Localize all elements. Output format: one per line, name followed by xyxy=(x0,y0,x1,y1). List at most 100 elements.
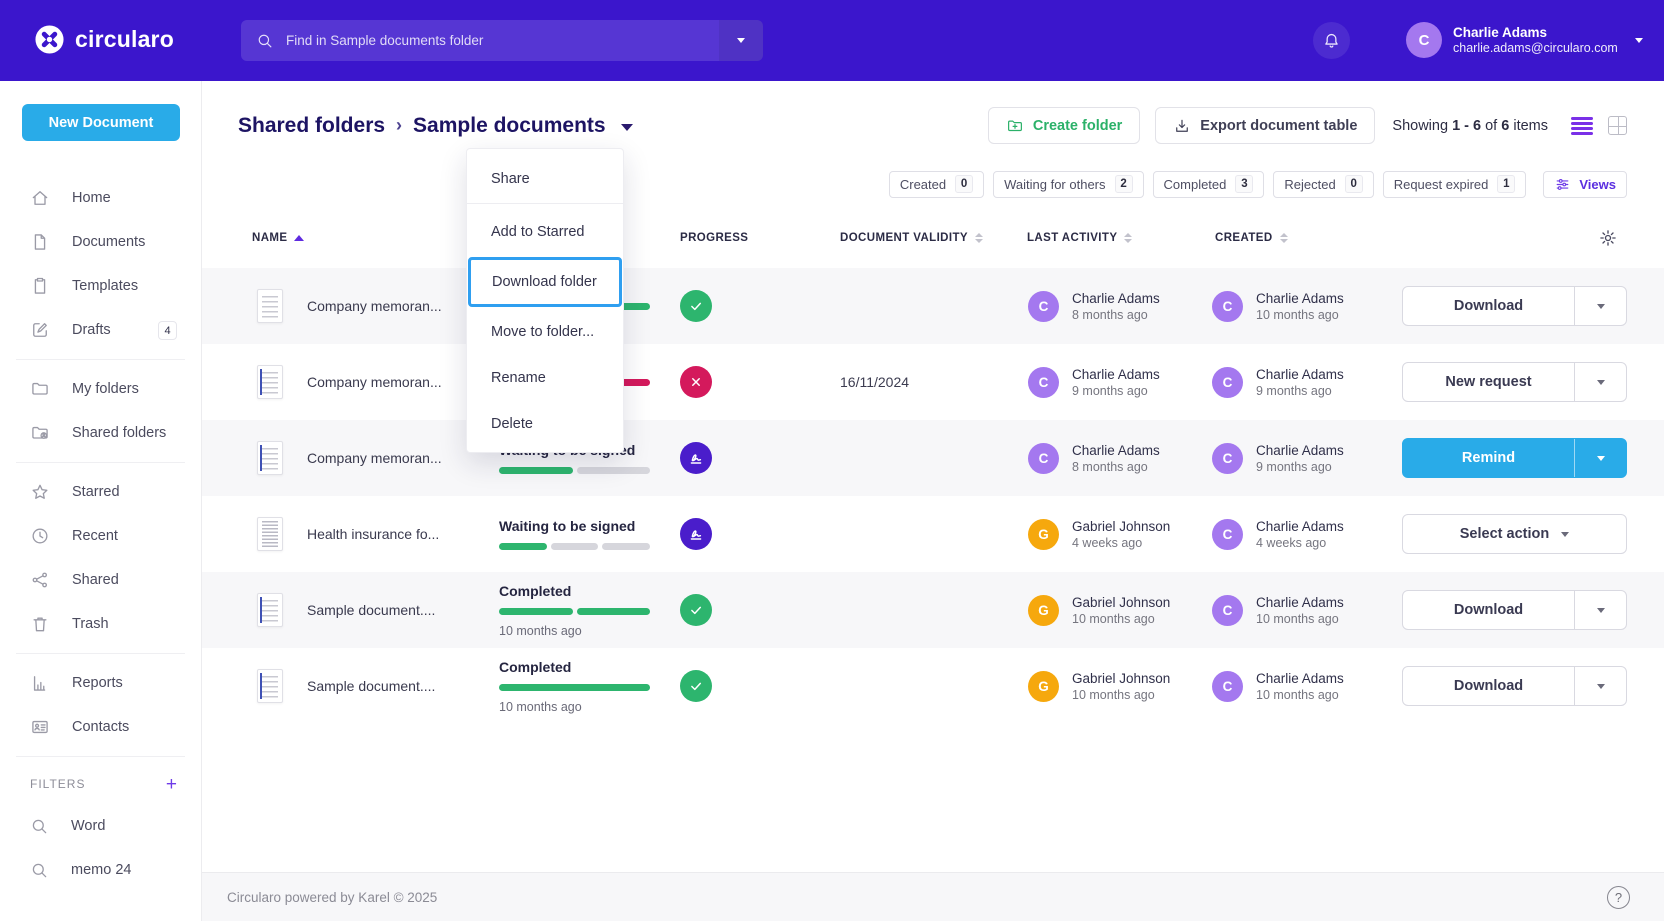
menu-item[interactable]: Share xyxy=(467,154,623,204)
row-action-caret-button[interactable] xyxy=(1574,591,1626,629)
trash-icon xyxy=(30,614,50,634)
sidebar-item[interactable]: Home xyxy=(0,176,201,220)
sidebar-filter-item[interactable]: Word xyxy=(0,804,201,848)
row-action-caret-button[interactable] xyxy=(1574,363,1626,401)
divider xyxy=(16,359,185,360)
menu-item[interactable]: Download folder xyxy=(468,257,622,307)
sidebar-item-label: Trash xyxy=(72,616,109,632)
count-badge: 4 xyxy=(158,321,177,340)
document-name[interactable]: Sample document.... xyxy=(307,648,472,724)
time-ago: 10 months ago xyxy=(1256,307,1344,323)
status-filter-chip[interactable]: Completed 3 xyxy=(1153,171,1265,198)
status-filter-chip[interactable]: Waiting for others 2 xyxy=(993,171,1143,198)
new-document-button[interactable]: New Document xyxy=(22,104,180,141)
column-header-document-validity[interactable]: DOCUMENT VALIDITY xyxy=(840,232,983,244)
add-filter-button[interactable]: + xyxy=(166,775,177,794)
chip-label: Request expired xyxy=(1394,177,1489,192)
create-folder-button[interactable]: Create folder xyxy=(988,107,1140,144)
sidebar: New Document Home xyxy=(0,81,202,921)
views-button[interactable]: Views xyxy=(1543,171,1627,198)
row-action-button[interactable]: Select action xyxy=(1403,515,1626,553)
document-validity: 16/11/2024 xyxy=(840,344,909,420)
sidebar-item[interactable]: Documents xyxy=(0,220,201,264)
status-filter-chip[interactable]: Rejected 0 xyxy=(1273,171,1373,198)
sidebar-item[interactable]: Drafts 4 xyxy=(0,308,201,352)
document-thumbnail xyxy=(257,669,283,703)
created-cell: C Charlie Adams 9 months ago xyxy=(1212,420,1344,496)
document-name[interactable]: Company memoran... xyxy=(307,268,472,344)
sidebar-item[interactable]: Recent xyxy=(0,514,201,558)
sidebar-item[interactable]: Shared folders xyxy=(0,411,201,455)
sidebar-filter-item[interactable]: memo 24 xyxy=(0,848,201,892)
person-name: Charlie Adams xyxy=(1256,594,1344,611)
list-view-icon[interactable] xyxy=(1571,117,1593,135)
sidebar-item[interactable]: Contacts xyxy=(0,705,201,749)
caret-down-icon xyxy=(737,38,745,43)
avatar: G xyxy=(1028,519,1059,550)
status-filter-chip[interactable]: Created 0 xyxy=(889,171,984,198)
table-settings-button[interactable] xyxy=(1598,228,1618,251)
column-header-name[interactable]: NAME xyxy=(252,232,304,244)
brand-logo: circularo xyxy=(34,24,174,55)
row-action-caret-button[interactable] xyxy=(1574,287,1626,325)
breadcrumb-current[interactable]: Sample documents xyxy=(413,114,606,138)
table-header: NAME PROGRESS DOCUMENT VALIDITY LAST ACT… xyxy=(202,228,1664,254)
column-header-last-activity[interactable]: LAST ACTIVITY xyxy=(1027,232,1132,244)
column-header-created[interactable]: CREATED xyxy=(1215,232,1288,244)
circularo-logo-icon xyxy=(34,24,65,55)
export-document-table-button[interactable]: Export document table xyxy=(1155,107,1375,144)
table-row: Company memoran... Waiting to be signed … xyxy=(202,420,1664,496)
time-ago: 4 weeks ago xyxy=(1256,535,1344,551)
row-action-caret-button[interactable] xyxy=(1574,439,1626,477)
created-cell: C Charlie Adams 10 months ago xyxy=(1212,648,1344,724)
row-action-button[interactable]: Remind xyxy=(1403,439,1574,477)
person-name: Gabriel Johnson xyxy=(1072,670,1170,687)
row-action: Download xyxy=(1402,286,1627,326)
time-ago: 9 months ago xyxy=(1072,383,1160,399)
filter-item-label: Word xyxy=(71,818,105,834)
breadcrumb-parent[interactable]: Shared folders xyxy=(238,114,385,138)
document-table: Company memoran... C Charlie Adams 8 mon… xyxy=(202,268,1664,724)
document-name[interactable]: Company memoran... xyxy=(307,344,472,420)
time-ago: 10 months ago xyxy=(1072,611,1170,627)
sidebar-item-label: Documents xyxy=(72,234,145,250)
table-row: Sample document.... Completed 10 months … xyxy=(202,648,1664,724)
avatar: C xyxy=(1212,595,1243,626)
help-button[interactable]: ? xyxy=(1607,886,1630,909)
sidebar-item[interactable]: Shared xyxy=(0,558,201,602)
notifications-button[interactable] xyxy=(1313,22,1350,59)
row-action-button[interactable]: Download xyxy=(1403,287,1574,325)
user-menu[interactable]: C Charlie Adams charlie.adams@circularo.… xyxy=(1406,22,1643,58)
search-scope-dropdown[interactable] xyxy=(719,20,763,61)
menu-item[interactable]: Delete xyxy=(467,401,623,447)
document-name[interactable]: Health insurance fo... xyxy=(307,496,472,572)
sort-ascending-icon xyxy=(294,235,304,241)
menu-item[interactable]: Move to folder... xyxy=(467,309,623,355)
row-action-button[interactable]: Download xyxy=(1403,667,1574,705)
sidebar-item[interactable]: Templates xyxy=(0,264,201,308)
avatar: C xyxy=(1028,291,1059,322)
document-name[interactable]: Sample document.... xyxy=(307,572,472,648)
sidebar-item[interactable]: Starred xyxy=(0,470,201,514)
row-action-button[interactable]: New request xyxy=(1403,363,1574,401)
document-name[interactable]: Company memoran... xyxy=(307,420,472,496)
sliders-icon xyxy=(1554,176,1571,193)
search-input[interactable] xyxy=(274,33,719,48)
status-label: Completed xyxy=(499,659,650,675)
folder-menu-caret-icon[interactable] xyxy=(621,124,633,131)
row-action-button[interactable]: Download xyxy=(1403,591,1574,629)
progress-bar xyxy=(499,543,650,550)
row-action-caret-button[interactable] xyxy=(1574,667,1626,705)
caret-down-icon xyxy=(1635,38,1643,43)
menu-item[interactable]: Add to Starred xyxy=(467,209,623,255)
sidebar-item[interactable]: My folders xyxy=(0,367,201,411)
sidebar-item-label: Home xyxy=(72,190,111,206)
menu-item[interactable]: Rename xyxy=(467,355,623,401)
status-filter-chip[interactable]: Request expired 1 xyxy=(1383,171,1527,198)
footer-text: Circularo powered by Karel © 2025 xyxy=(227,890,437,905)
grid-view-icon[interactable] xyxy=(1608,116,1627,135)
document-icon xyxy=(30,232,50,252)
sidebar-item[interactable]: Reports xyxy=(0,661,201,705)
sidebar-item[interactable]: Trash xyxy=(0,602,201,646)
sidebar-group: Starred Recent xyxy=(0,470,201,654)
